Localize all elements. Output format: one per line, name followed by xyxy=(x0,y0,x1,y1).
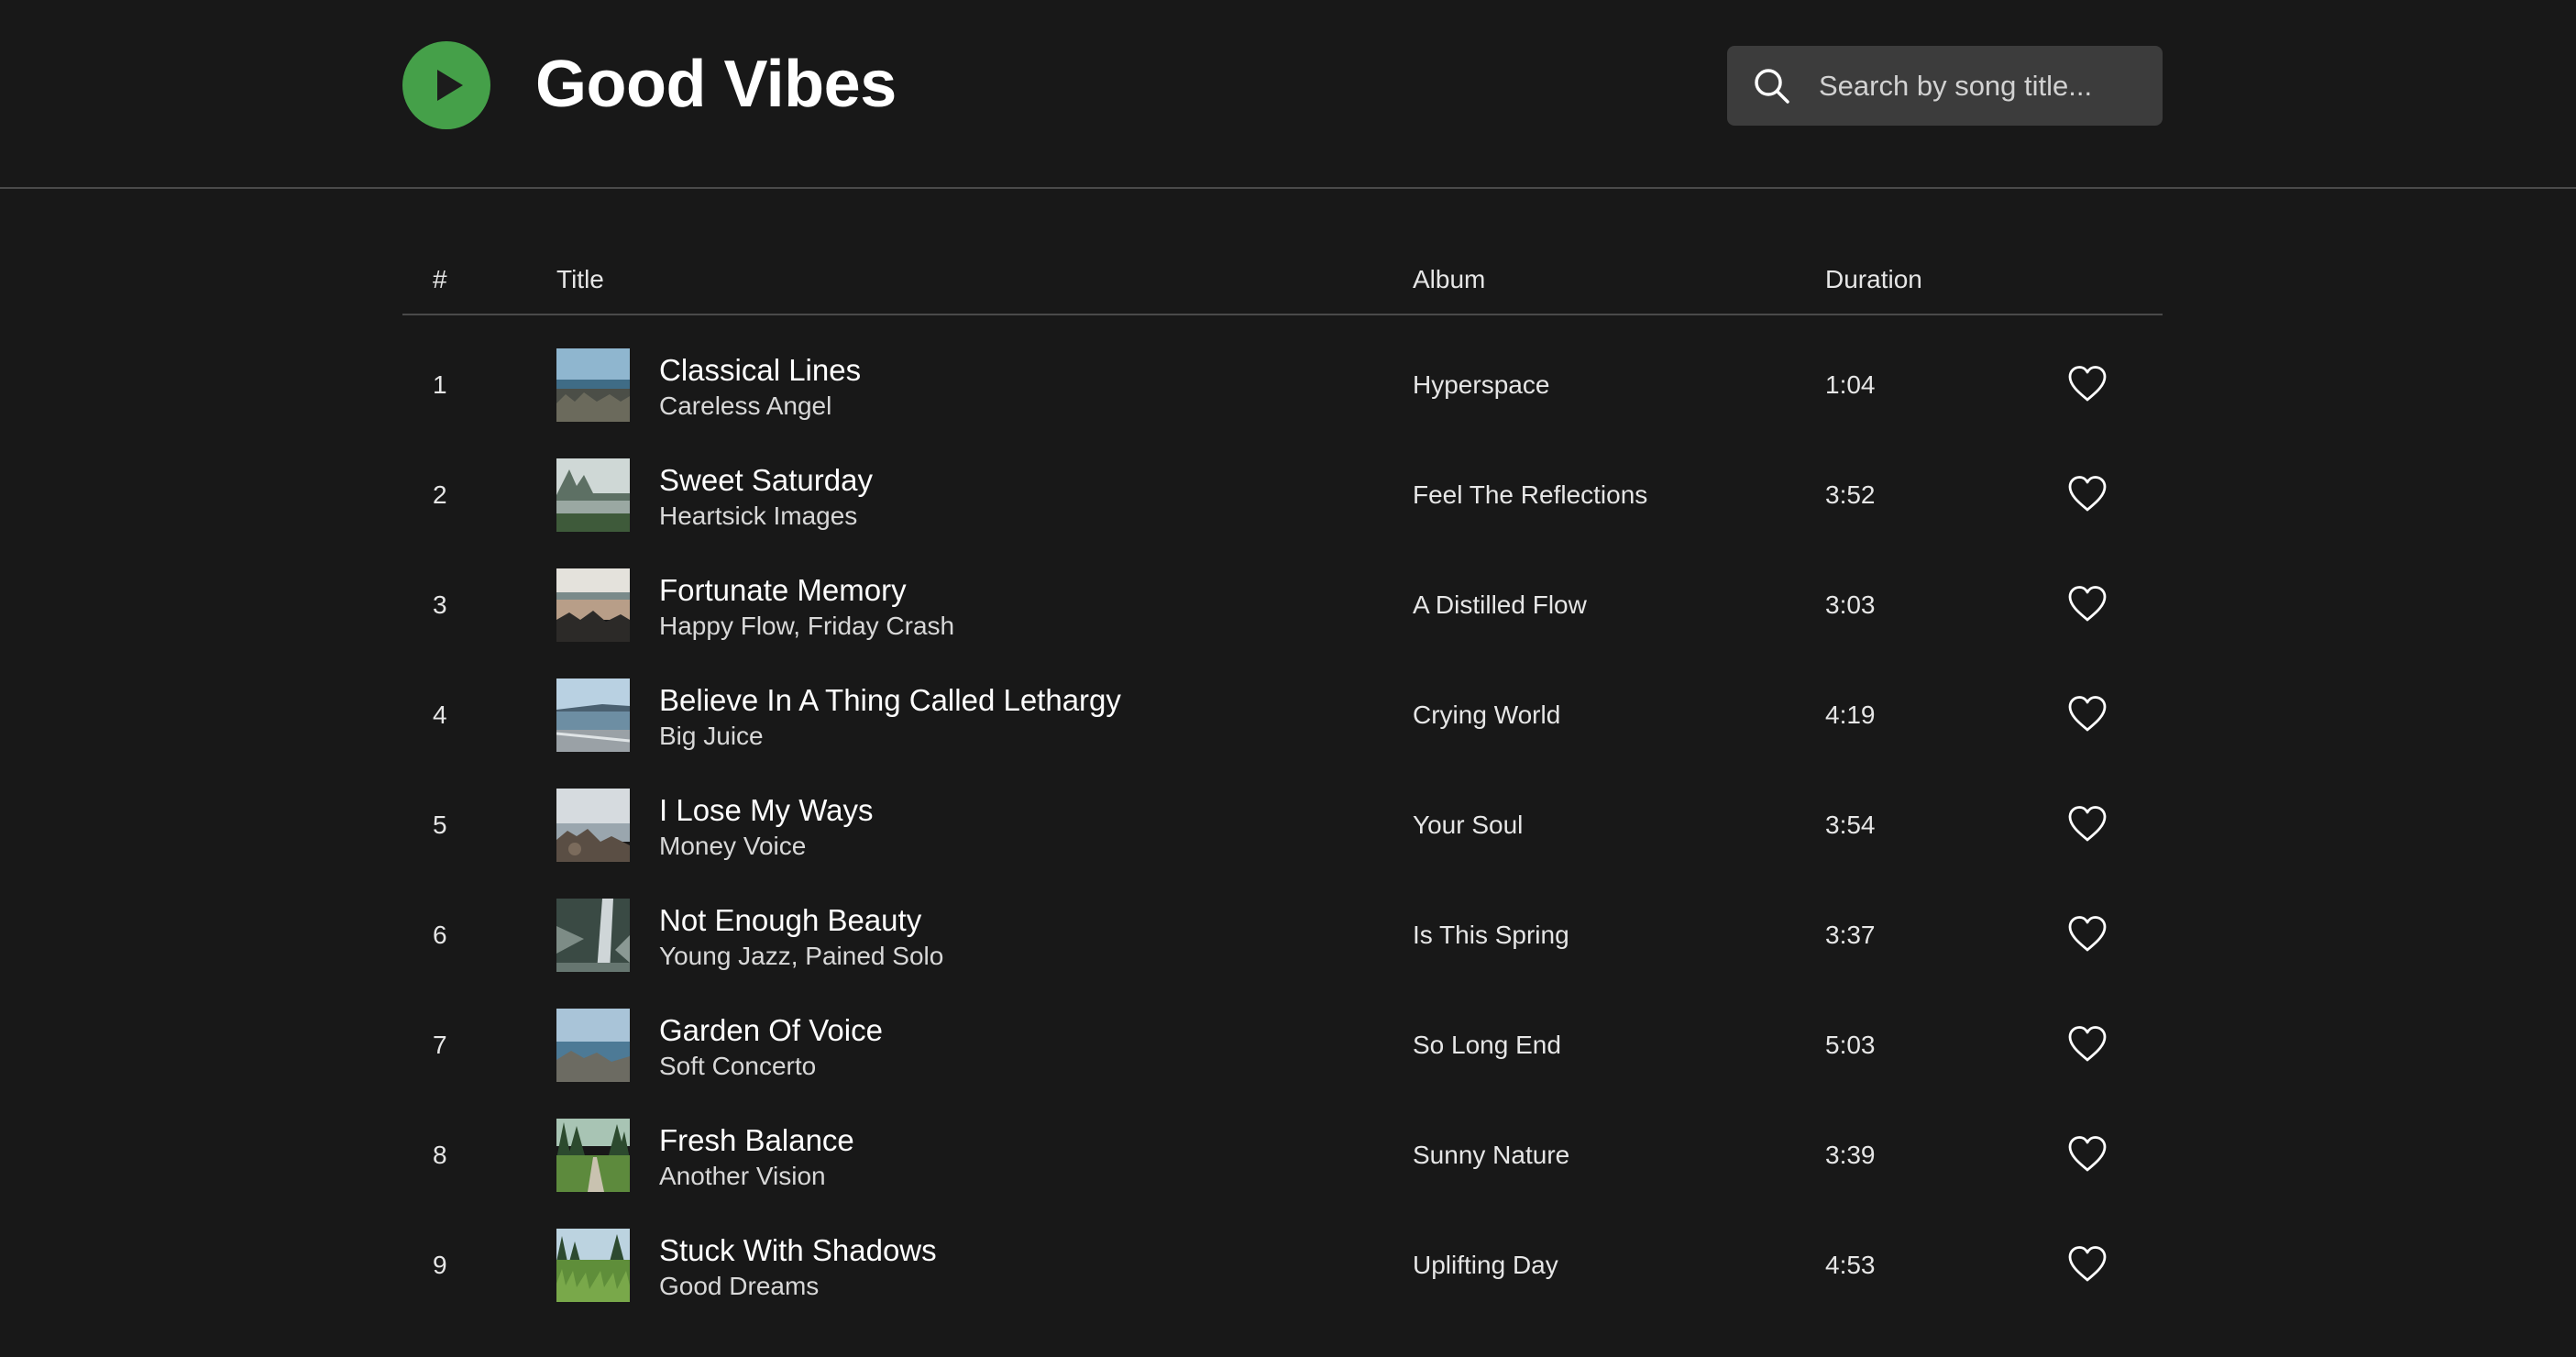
song-artist[interactable]: Careless Angel xyxy=(659,391,831,422)
heart-icon[interactable] xyxy=(2066,693,2108,735)
song-artist[interactable]: Happy Flow, Friday Crash xyxy=(659,611,954,642)
track-number: 5 xyxy=(433,811,447,839)
song-title[interactable]: Fortunate Memory xyxy=(659,572,907,609)
heart-icon[interactable] xyxy=(2066,1133,2108,1175)
song-album[interactable]: Feel The Reflections xyxy=(1413,440,1647,550)
song-artist[interactable]: Heartsick Images xyxy=(659,501,857,532)
song-album[interactable]: Uplifting Day xyxy=(1413,1210,1558,1320)
track-number: 9 xyxy=(433,1251,447,1279)
column-title-header[interactable]: Title xyxy=(556,264,604,295)
song-title[interactable]: Fresh Balance xyxy=(659,1122,854,1159)
column-duration-header[interactable]: Duration xyxy=(1825,264,1922,295)
album-art-thumbnail xyxy=(556,1229,630,1302)
song-album[interactable]: So Long End xyxy=(1413,990,1561,1100)
table-row[interactable]: 1 Classical Lines Careless Angel Hypersp… xyxy=(402,330,2163,440)
track-number: 4 xyxy=(433,701,447,729)
song-artist[interactable]: Young Jazz, Pained Solo xyxy=(659,941,943,972)
play-icon[interactable] xyxy=(402,41,490,129)
song-album[interactable]: A Distilled Flow xyxy=(1413,550,1587,660)
album-art-thumbnail xyxy=(556,899,630,972)
heart-icon[interactable] xyxy=(2066,1023,2108,1065)
album-art-thumbnail xyxy=(556,458,630,532)
song-duration: 4:53 xyxy=(1825,1251,1876,1279)
song-duration: 3:37 xyxy=(1825,921,1876,949)
song-title[interactable]: I Lose My Ways xyxy=(659,792,874,829)
album-art-thumbnail xyxy=(556,1009,630,1082)
table-row[interactable]: 7 Garden Of Voice Soft Concerto So Long … xyxy=(402,990,2163,1100)
song-title[interactable]: Stuck With Shadows xyxy=(659,1232,937,1269)
song-album[interactable]: Is This Spring xyxy=(1413,880,1569,990)
song-duration: 3:52 xyxy=(1825,480,1876,509)
song-album[interactable]: Crying World xyxy=(1413,660,1560,770)
heart-icon[interactable] xyxy=(2066,473,2108,515)
track-number: 1 xyxy=(433,370,447,399)
album-art-thumbnail xyxy=(556,348,630,422)
search-box[interactable] xyxy=(1727,46,2163,126)
song-artist[interactable]: Big Juice xyxy=(659,721,764,752)
table-row[interactable]: 5 I Lose My Ways Money Voice Your Soul 3… xyxy=(402,770,2163,880)
song-artist[interactable]: Good Dreams xyxy=(659,1271,819,1302)
song-duration: 3:03 xyxy=(1825,590,1876,619)
table-row[interactable]: 3 Fortunate Memory Happy Flow, Friday Cr… xyxy=(402,550,2163,660)
track-number: 3 xyxy=(433,590,447,619)
song-album[interactable]: Your Soul xyxy=(1413,770,1523,880)
track-number: 7 xyxy=(433,1031,447,1059)
track-number: 8 xyxy=(433,1141,447,1169)
album-art-thumbnail xyxy=(556,678,630,752)
table-row[interactable]: 9 Stuck With Shadows Good Dreams Uplifti… xyxy=(402,1210,2163,1320)
track-number: 6 xyxy=(433,921,447,949)
song-list: 1 Classical Lines Careless Angel Hypersp… xyxy=(402,315,2163,1320)
album-art-thumbnail xyxy=(556,789,630,862)
heart-icon[interactable] xyxy=(2066,1243,2108,1285)
track-number: 2 xyxy=(433,480,447,509)
heart-icon[interactable] xyxy=(2066,363,2108,405)
song-artist[interactable]: Money Voice xyxy=(659,831,806,862)
song-title[interactable]: Not Enough Beauty xyxy=(659,902,921,939)
song-duration: 3:39 xyxy=(1825,1141,1876,1169)
song-title[interactable]: Believe In A Thing Called Lethargy xyxy=(659,682,1121,719)
album-art-thumbnail xyxy=(556,568,630,642)
heart-icon[interactable] xyxy=(2066,803,2108,845)
table-row[interactable]: 4 Believe In A Thing Called Lethargy Big… xyxy=(402,660,2163,770)
song-table: # Title Album Duration 1 Classical Lines… xyxy=(402,189,2163,1320)
table-row[interactable]: 6 Not Enough Beauty Young Jazz, Pained S… xyxy=(402,880,2163,990)
song-duration: 4:19 xyxy=(1825,701,1876,729)
song-title[interactable]: Garden Of Voice xyxy=(659,1012,883,1049)
page-title: Good Vibes xyxy=(535,48,897,121)
table-header: # Title Album Duration xyxy=(402,189,2163,315)
song-album[interactable]: Hyperspace xyxy=(1413,330,1549,440)
song-duration: 1:04 xyxy=(1825,370,1876,399)
song-title[interactable]: Classical Lines xyxy=(659,352,861,389)
album-art-thumbnail xyxy=(556,1119,630,1192)
song-duration: 5:03 xyxy=(1825,1031,1876,1059)
song-artist[interactable]: Soft Concerto xyxy=(659,1051,816,1082)
app-header: Good Vibes xyxy=(0,0,2576,189)
heart-icon[interactable] xyxy=(2066,913,2108,955)
heart-icon[interactable] xyxy=(2066,583,2108,625)
song-duration: 3:54 xyxy=(1825,811,1876,839)
search-icon xyxy=(1755,69,1789,104)
song-artist[interactable]: Another Vision xyxy=(659,1161,826,1192)
column-number-header: # xyxy=(433,265,447,293)
column-album-header[interactable]: Album xyxy=(1413,264,1485,295)
search-input[interactable] xyxy=(1819,46,2149,126)
song-album[interactable]: Sunny Nature xyxy=(1413,1100,1569,1210)
song-title[interactable]: Sweet Saturday xyxy=(659,462,873,499)
table-row[interactable]: 8 Fresh Balance Another Vision Sunny Nat… xyxy=(402,1100,2163,1210)
table-row[interactable]: 2 Sweet Saturday Heartsick Images Feel T… xyxy=(402,440,2163,550)
